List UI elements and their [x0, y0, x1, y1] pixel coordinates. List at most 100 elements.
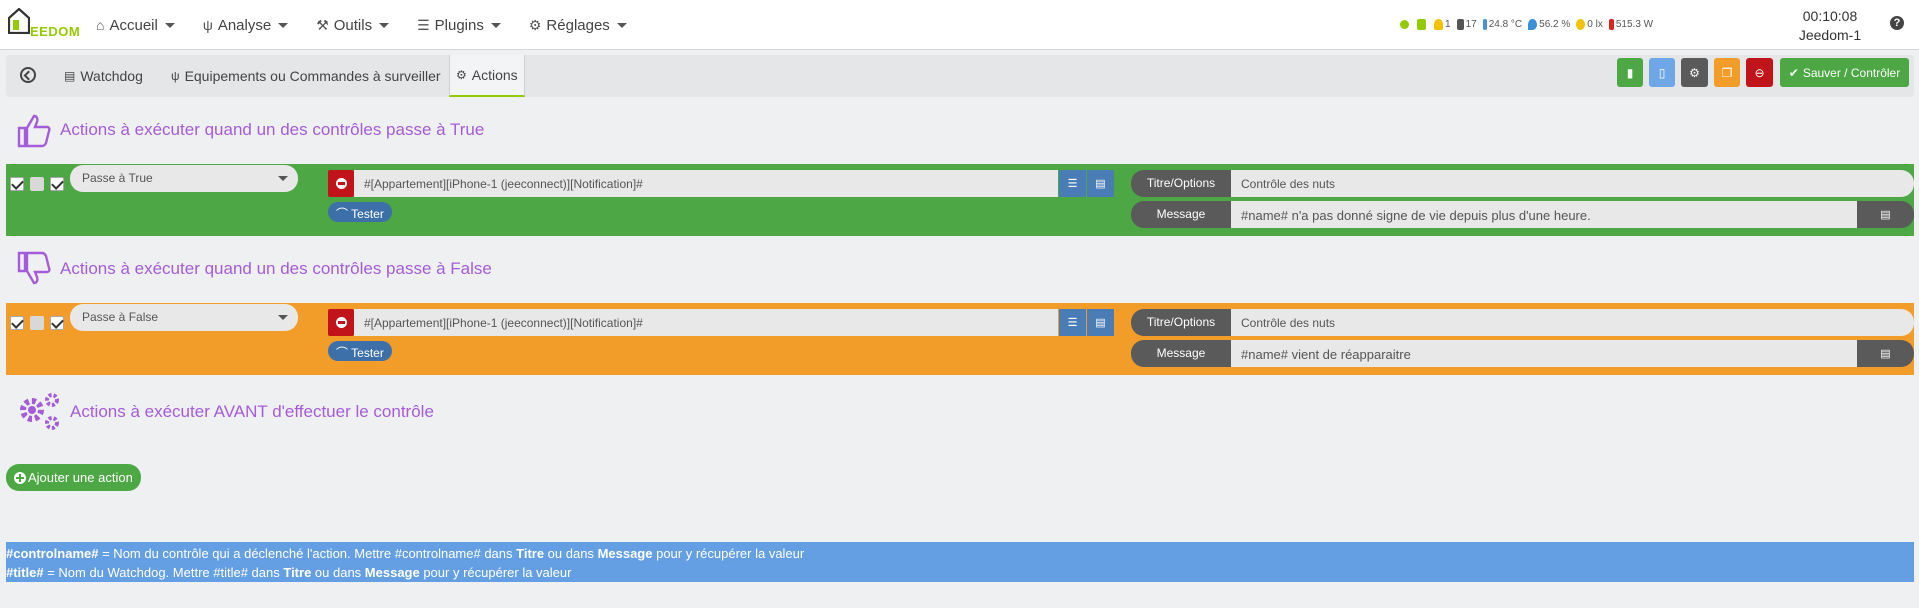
- temperature-status[interactable]: 24.8 °C: [1482, 19, 1523, 30]
- false-section-heading: Actions à exécuter quand un des contrôle…: [16, 251, 492, 287]
- before-section-heading: Actions à exécuter AVANT d'effectuer le …: [16, 392, 434, 432]
- copy-icon: ❐: [1721, 65, 1733, 80]
- tester-button[interactable]: ⌒ Tester: [328, 202, 392, 222]
- command-options-button[interactable]: ▤: [1087, 170, 1114, 197]
- rss-icon: ⌒: [336, 207, 349, 221]
- tab-equipements-label: Equipements ou Commandes à surveiller: [184, 68, 441, 84]
- chevron-down-icon: [616, 22, 627, 28]
- battery-icon[interactable]: [1417, 19, 1428, 30]
- tester-label: Tester: [351, 346, 384, 360]
- add-action-button[interactable]: Ajouter une action: [6, 464, 141, 491]
- menu-accueil-label: Accueil: [109, 16, 158, 34]
- message-input[interactable]: #name# n'a pas donné signe de vie depuis…: [1231, 201, 1857, 228]
- menu-analyse[interactable]: ψ Analyse: [202, 17, 289, 34]
- menu-outils-label: Outils: [333, 16, 373, 34]
- rss-icon: ⌒: [336, 346, 349, 360]
- title-tag: #title#: [6, 565, 44, 580]
- luminosity-status[interactable]: 0 lx: [1576, 19, 1603, 30]
- chevron-down-icon: [379, 22, 390, 28]
- select-command-button[interactable]: ☰: [1059, 170, 1086, 197]
- info-text: ou dans: [544, 546, 598, 561]
- background-checkbox[interactable]: [30, 177, 44, 191]
- info-text-bold: Titre: [283, 565, 312, 580]
- mode-select[interactable]: Passe à True: [70, 165, 298, 192]
- controlname-tag: #controlname#: [6, 546, 99, 561]
- stethoscope-icon: ψ: [202, 17, 213, 33]
- enable-checkbox[interactable]: [10, 177, 24, 191]
- select-command-button[interactable]: ☰: [1059, 309, 1086, 336]
- clock-time: 00:10:08: [1802, 8, 1858, 24]
- cogs-icon: [20, 393, 59, 430]
- list-alt-icon: ▤: [1880, 209, 1891, 221]
- bulb-status[interactable]: 1: [1434, 19, 1451, 30]
- tab-watchdog[interactable]: ▤ Watchdog: [58, 55, 149, 97]
- message-options-button[interactable]: ▤: [1857, 340, 1914, 367]
- log-checkbox[interactable]: [50, 316, 64, 330]
- menu-accueil[interactable]: ⌂ Accueil: [96, 17, 175, 34]
- background-checkbox[interactable]: [30, 316, 44, 330]
- message-options-button[interactable]: ▤: [1857, 201, 1914, 228]
- cogs-icon: ⚙: [456, 68, 467, 82]
- info-text-bold: Message: [597, 546, 653, 561]
- menu-reglages-label: Réglages: [546, 16, 610, 34]
- remove-action-button[interactable]: [328, 309, 354, 336]
- command-input[interactable]: #[Appartement][iPhone-1 (jeeconnect)][No…: [354, 170, 1058, 197]
- chevron-down-icon: [278, 22, 289, 28]
- command-input[interactable]: #[Appartement][iPhone-1 (jeeconnect)][No…: [354, 309, 1058, 336]
- book-button[interactable]: ▮: [1617, 58, 1643, 87]
- title-input[interactable]: Contrôle des nuts: [1231, 170, 1914, 197]
- clock-host: Jeedom-1: [1798, 27, 1862, 43]
- configure-button[interactable]: ⚙: [1681, 58, 1708, 87]
- menu-outils[interactable]: ⚒ Outils: [316, 16, 390, 34]
- plug-count: 17: [1465, 19, 1477, 30]
- back-arrow-icon[interactable]: [20, 67, 36, 83]
- power-status[interactable]: 515.3 W: [1608, 19, 1653, 30]
- menu-reglages[interactable]: ⚙ Réglages: [529, 17, 627, 34]
- tab-actions[interactable]: ⚙ Actions: [449, 55, 525, 97]
- file-button[interactable]: ▯: [1649, 58, 1675, 87]
- stethoscope-icon: ψ: [171, 69, 180, 83]
- file-icon: ▯: [1658, 65, 1666, 80]
- remove-button[interactable]: ⊖: [1746, 58, 1773, 87]
- home-icon: ⌂: [96, 17, 105, 33]
- cogs-icon: ⚙: [1689, 65, 1700, 80]
- plug-status[interactable]: 17: [1456, 19, 1477, 30]
- main-menu: ⌂ Accueil ψ Analyse ⚒ Outils ☰ Plugins ⚙…: [96, 0, 655, 50]
- log-checkbox[interactable]: [50, 177, 64, 191]
- info-bar: #controlname# = Nom du contrôle qui a dé…: [6, 542, 1914, 582]
- message-label: Message: [1131, 340, 1231, 367]
- chevron-down-icon: [490, 22, 501, 28]
- bulb-count: 1: [1445, 19, 1451, 30]
- list-icon: ☰: [417, 16, 430, 33]
- command-options-button[interactable]: ▤: [1087, 309, 1114, 336]
- temperature-value: 24.8 °C: [1488, 19, 1523, 30]
- info-text: ou dans: [311, 565, 365, 580]
- message-input[interactable]: #name# vient de réapparaitre: [1231, 340, 1857, 367]
- plug-icon: [1456, 19, 1464, 30]
- luminosity-value: 0 lx: [1587, 19, 1603, 30]
- menu-plugins[interactable]: ☰ Plugins: [417, 17, 501, 34]
- duplicate-button[interactable]: ❐: [1714, 58, 1740, 87]
- tester-button[interactable]: ⌒ Tester: [328, 341, 392, 361]
- title-input[interactable]: Contrôle des nuts: [1231, 309, 1914, 336]
- save-button[interactable]: ✔ Sauver / Contrôler: [1780, 58, 1909, 87]
- tab-equipements[interactable]: ψ Equipements ou Commandes à surveiller: [165, 55, 447, 97]
- mode-select[interactable]: Passe à False: [70, 304, 298, 331]
- humidity-status[interactable]: 56.2 %: [1528, 19, 1570, 30]
- title-options-label: Titre/Options: [1131, 170, 1231, 197]
- logo-text: EEDOM: [30, 24, 81, 39]
- top-navbar: EEDOM ⌂ Accueil ψ Analyse ⚒ Outils ☰ Plu…: [0, 0, 1919, 50]
- jeedom-logo[interactable]: EEDOM: [6, 6, 82, 44]
- enable-checkbox[interactable]: [10, 316, 24, 330]
- alert-icon[interactable]: [1400, 20, 1411, 29]
- info-text-bold: Message: [364, 565, 420, 580]
- plus-circle-icon: [14, 471, 26, 484]
- info-text: = Nom du contrôle qui a déclenché l'acti…: [98, 546, 517, 561]
- info-line-controlname: #controlname# = Nom du contrôle qui a dé…: [6, 544, 1914, 563]
- help-icon[interactable]: ?: [1890, 16, 1904, 30]
- message-label: Message: [1131, 201, 1231, 228]
- remove-action-button[interactable]: [328, 170, 354, 197]
- mode-select-value: Passe à True: [82, 171, 153, 185]
- minus-circle-icon: [335, 178, 347, 189]
- true-heading-text: Actions à exécuter quand un des contrôle…: [60, 120, 485, 139]
